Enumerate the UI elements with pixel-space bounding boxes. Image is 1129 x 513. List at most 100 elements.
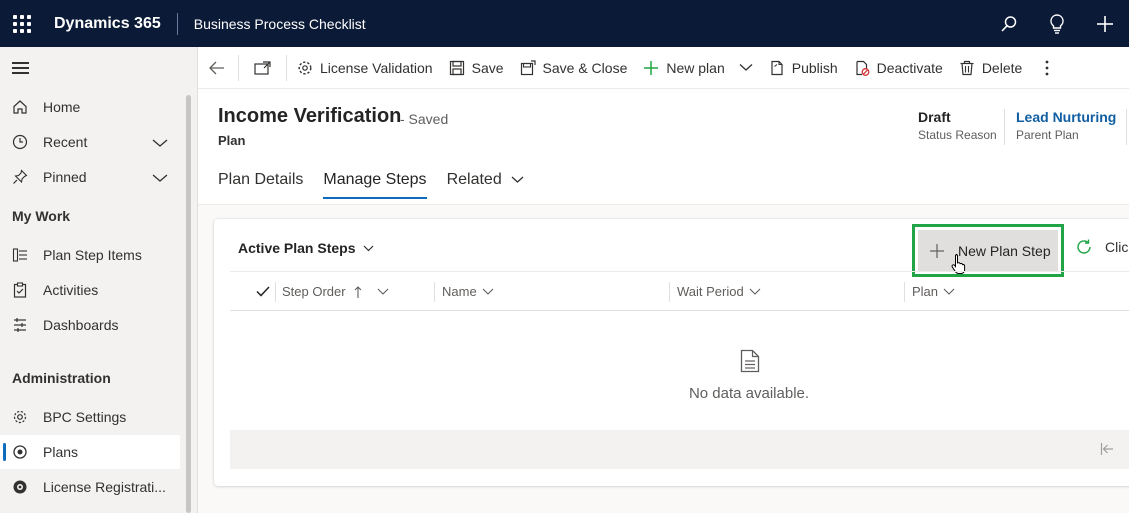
trash-icon xyxy=(959,60,975,76)
column-divider xyxy=(434,282,435,302)
save-label: Save xyxy=(471,59,504,76)
sidebar-item-label: Plan Step Items xyxy=(43,247,142,263)
list-icon xyxy=(12,247,28,263)
tab-manage-steps[interactable]: Manage Steps xyxy=(323,171,427,199)
sidebar-item-activities[interactable]: Activities xyxy=(0,273,180,307)
command-bar: License Validation Save Save & Close New… xyxy=(198,47,1129,89)
sidebar-item-bpc-settings[interactable]: BPC Settings xyxy=(0,400,180,434)
plus-icon[interactable] xyxy=(1081,0,1129,47)
sidebar-item-plans[interactable]: Plans xyxy=(0,435,180,469)
open-in-new-window-icon xyxy=(254,60,271,75)
chevron-down-icon xyxy=(943,288,955,295)
chevron-down-icon[interactable] xyxy=(739,63,753,72)
chevron-down-icon xyxy=(511,176,524,184)
sidebar-item-label: Pinned xyxy=(43,169,87,185)
sidebar-item-pinned[interactable]: Pinned xyxy=(0,160,180,194)
status-reason-value: Draft xyxy=(918,109,951,125)
column-header-plan[interactable]: Plan xyxy=(912,272,955,311)
lightbulb-icon[interactable] xyxy=(1033,0,1081,47)
chevron-down-icon[interactable] xyxy=(152,170,168,186)
new-plan-step-highlight: New Plan Step xyxy=(912,224,1064,277)
home-icon xyxy=(12,99,28,115)
sidebar-item-label: License Registrati... xyxy=(43,479,166,495)
sidebar-item-plan-step-items[interactable]: Plan Step Items xyxy=(0,238,180,272)
view-selector[interactable]: Active Plan Steps xyxy=(238,240,374,256)
sidebar-item-label: Home xyxy=(43,99,81,115)
refresh-icon xyxy=(1076,239,1093,255)
empty-message: No data available. xyxy=(688,385,810,402)
first-page-icon[interactable] xyxy=(1100,442,1114,459)
tab-related-label: Related xyxy=(446,171,502,188)
save-close-icon xyxy=(520,59,536,76)
sidebar-item-home[interactable]: Home xyxy=(0,90,180,124)
top-bar: Dynamics 365 Business Process Checklist xyxy=(0,0,1129,47)
app-name[interactable]: Business Process Checklist xyxy=(178,16,366,32)
chevron-down-icon xyxy=(749,288,761,295)
search-icon[interactable] xyxy=(985,0,1033,47)
entity-name: Plan xyxy=(218,133,246,148)
publish-button[interactable]: Publish xyxy=(761,47,846,89)
column-header-name[interactable]: Name xyxy=(442,272,494,311)
chevron-down-icon xyxy=(363,245,374,252)
view-name: Active Plan Steps xyxy=(238,240,356,256)
save-close-label: Save & Close xyxy=(542,59,628,76)
settings-icon xyxy=(12,409,28,425)
sidebar-item-dashboards[interactable]: Dashboards xyxy=(0,308,180,342)
open-new-window-button[interactable] xyxy=(241,47,284,89)
sidebar-item-license-registration[interactable]: License Registrati... xyxy=(0,470,180,504)
chevron-down-icon xyxy=(482,288,494,295)
select-all-checkbox[interactable] xyxy=(256,272,270,311)
nav-scrollbar[interactable] xyxy=(186,95,191,513)
sidebar-item-label: Plans xyxy=(43,444,79,460)
hamburger-icon[interactable] xyxy=(12,62,29,74)
column-header-wait-period[interactable]: Wait Period xyxy=(677,272,761,311)
publish-label: Publish xyxy=(791,59,838,76)
sidebar-item-recent[interactable]: Recent xyxy=(0,125,180,159)
more-commands-button[interactable] xyxy=(1030,47,1064,89)
tab-plan-details[interactable]: Plan Details xyxy=(218,171,303,199)
sort-ascending-icon xyxy=(354,285,362,298)
sidebar-item-label: Recent xyxy=(43,134,88,150)
new-plan-label: New plan xyxy=(666,59,725,76)
command-divider xyxy=(286,54,287,81)
license-validation-button[interactable]: License Validation xyxy=(289,47,441,89)
save-status: - Saved xyxy=(400,111,449,127)
plans-icon xyxy=(12,444,28,460)
delete-button[interactable]: Delete xyxy=(951,47,1030,89)
sidebar-item-label: BPC Settings xyxy=(43,409,127,425)
column-divider xyxy=(904,282,905,302)
new-plan-button[interactable]: New plan xyxy=(635,47,760,89)
column-label: Wait Period xyxy=(677,284,744,299)
column-label: Step Order xyxy=(282,284,346,299)
plus-icon xyxy=(930,243,944,258)
column-label: Plan xyxy=(912,284,939,299)
header-field-divider xyxy=(1004,109,1005,145)
chevron-down-icon[interactable] xyxy=(152,135,168,151)
dashboard-icon xyxy=(12,317,28,333)
checkmark-icon xyxy=(256,286,270,297)
parent-plan-link[interactable]: Lead Nurturing xyxy=(1016,109,1116,125)
new-plan-step-button[interactable]: New Plan Step xyxy=(918,230,1058,271)
back-button[interactable] xyxy=(198,47,236,89)
site-map: Home Recent Pinned My Work Plan Step Ite… xyxy=(0,47,198,513)
sidebar-item-label: Dashboards xyxy=(43,317,119,333)
save-button[interactable]: Save xyxy=(441,47,512,89)
grid-footer xyxy=(230,430,1129,469)
refresh-button[interactable]: Click xyxy=(1076,239,1129,255)
plus-icon xyxy=(643,60,659,76)
chevron-down-icon xyxy=(377,288,389,295)
parent-plan-field: Lead Nurturing Parent Plan xyxy=(1016,109,1116,142)
brand-name[interactable]: Dynamics 365 xyxy=(44,15,177,33)
document-icon xyxy=(740,349,760,376)
sidebar-item-label: Activities xyxy=(43,282,99,298)
clipboard-icon xyxy=(12,282,28,298)
license-validation-label: License Validation xyxy=(320,59,433,76)
app-launcher-icon[interactable] xyxy=(0,0,44,47)
new-plan-step-label: New Plan Step xyxy=(958,242,1051,259)
column-header-step-order[interactable]: Step Order xyxy=(282,272,389,311)
deactivate-icon xyxy=(854,60,870,76)
save-and-close-button[interactable]: Save & Close xyxy=(512,47,636,89)
plan-steps-subgrid: Active Plan Steps New Plan Step Click St… xyxy=(214,219,1129,486)
tab-related[interactable]: Related xyxy=(447,171,524,199)
deactivate-button[interactable]: Deactivate xyxy=(846,47,951,89)
